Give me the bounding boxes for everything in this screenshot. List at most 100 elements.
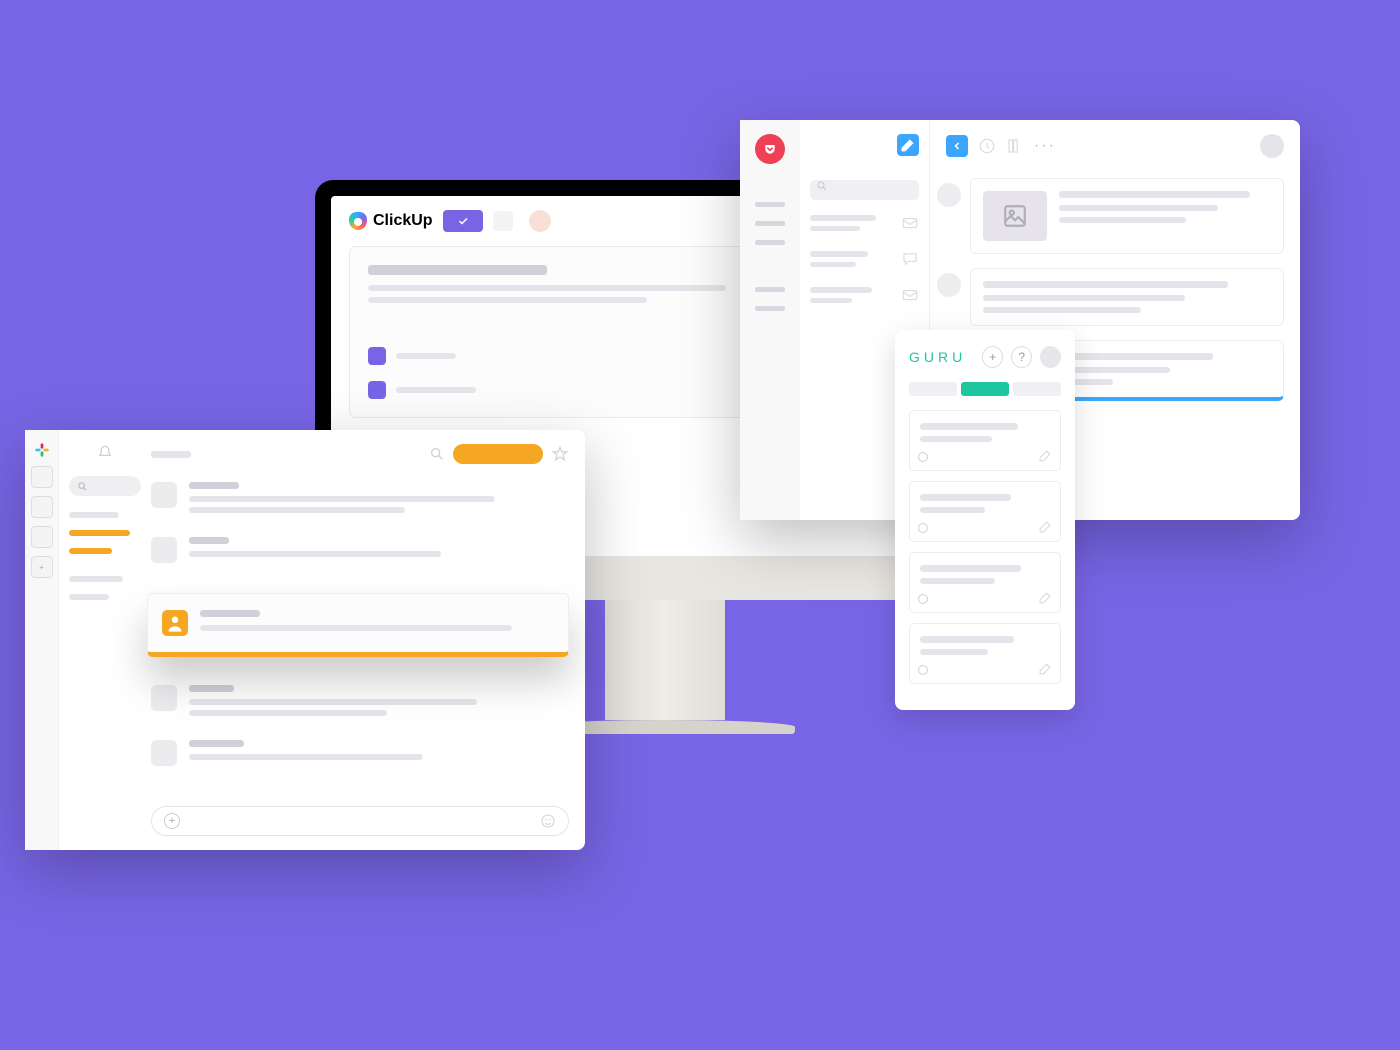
workspace-button[interactable] xyxy=(31,466,53,488)
guru-panel: GURU + ? xyxy=(895,330,1075,710)
emoji-icon[interactable] xyxy=(540,813,556,829)
tab[interactable] xyxy=(909,382,957,396)
workspace-button[interactable] xyxy=(31,496,53,518)
mail-icon xyxy=(901,286,919,304)
guru-card[interactable] xyxy=(909,552,1061,613)
guru-card[interactable] xyxy=(909,410,1061,471)
guru-tabs xyxy=(909,382,1061,396)
checkbox-icon[interactable] xyxy=(368,381,386,399)
sidebar-item[interactable] xyxy=(69,548,112,554)
sidebar-item[interactable] xyxy=(69,576,123,582)
guru-header: GURU + ? xyxy=(909,346,1061,368)
more-icon[interactable]: ··· xyxy=(1034,137,1056,155)
message-input[interactable]: + xyxy=(151,806,569,836)
add-workspace-button[interactable]: + xyxy=(31,556,53,578)
pocket-rail xyxy=(740,120,800,520)
columns-icon[interactable] xyxy=(1006,137,1024,155)
rail-item[interactable] xyxy=(755,221,785,226)
task-row[interactable] xyxy=(368,347,766,365)
checkbox-icon[interactable] xyxy=(368,347,386,365)
message[interactable] xyxy=(151,537,569,563)
user-avatar[interactable] xyxy=(529,210,551,232)
task-label xyxy=(396,387,476,393)
rail-item[interactable] xyxy=(755,306,785,311)
check-icon xyxy=(457,215,469,227)
star-icon[interactable] xyxy=(551,445,569,463)
tab[interactable] xyxy=(1013,382,1061,396)
search-icon[interactable] xyxy=(429,446,445,462)
search-icon xyxy=(816,180,828,192)
task-label xyxy=(396,353,456,359)
pencil-icon[interactable] xyxy=(1039,662,1052,675)
rail-item[interactable] xyxy=(755,202,785,207)
title-placeholder xyxy=(368,265,547,275)
chat-icon xyxy=(901,250,919,268)
list-item[interactable] xyxy=(810,214,919,232)
action-pill[interactable] xyxy=(453,444,543,464)
channel-header xyxy=(151,444,569,464)
list-item[interactable] xyxy=(810,286,919,304)
clickup-brand-text: ClickUp xyxy=(373,212,433,230)
search-input[interactable] xyxy=(810,180,919,200)
plus-icon[interactable]: + xyxy=(164,813,180,829)
clock-icon[interactable] xyxy=(978,137,996,155)
clickup-logo[interactable]: ClickUp xyxy=(349,212,433,230)
rail-item[interactable] xyxy=(755,240,785,245)
status-dot-icon xyxy=(918,594,928,604)
list-item[interactable] xyxy=(810,250,919,268)
message[interactable] xyxy=(151,685,569,716)
clickup-main-panel xyxy=(349,246,785,418)
search-input[interactable] xyxy=(69,476,141,496)
message[interactable] xyxy=(151,740,569,766)
message[interactable] xyxy=(151,482,569,513)
user-avatar[interactable] xyxy=(1260,134,1284,158)
task-row[interactable] xyxy=(368,381,766,399)
highlighted-message[interactable] xyxy=(147,593,569,657)
clickup-logo-icon xyxy=(349,212,367,230)
search-icon xyxy=(77,481,88,492)
slack-app: + xyxy=(25,430,585,850)
avatar xyxy=(162,610,188,636)
pencil-icon xyxy=(897,134,919,156)
image-placeholder-icon xyxy=(983,191,1047,241)
check-button[interactable] xyxy=(443,210,483,232)
channel-name xyxy=(151,451,191,458)
guru-card[interactable] xyxy=(909,481,1061,542)
sidebar-item[interactable] xyxy=(69,512,119,518)
add-button[interactable]: + xyxy=(982,346,1003,368)
person-icon xyxy=(162,610,188,636)
slack-channel: + xyxy=(151,430,585,850)
pencil-icon[interactable] xyxy=(1039,520,1052,533)
status-dot-icon xyxy=(918,665,928,675)
guru-logo[interactable]: GURU xyxy=(909,349,966,365)
content-card[interactable] xyxy=(970,268,1284,326)
pencil-icon[interactable] xyxy=(1039,591,1052,604)
slack-logo-icon[interactable] xyxy=(34,442,50,458)
back-button[interactable] xyxy=(946,135,968,157)
content-card[interactable] xyxy=(970,178,1284,254)
sidebar-item[interactable] xyxy=(69,594,109,600)
compose-button[interactable] xyxy=(897,134,919,156)
text-placeholder xyxy=(368,285,726,291)
mail-icon xyxy=(901,214,919,232)
arrow-left-icon xyxy=(951,140,963,152)
sidebar-item[interactable] xyxy=(69,530,130,536)
user-avatar[interactable] xyxy=(1040,346,1061,368)
status-dot-icon xyxy=(918,523,928,533)
avatar xyxy=(151,685,177,711)
help-button[interactable]: ? xyxy=(1011,346,1032,368)
avatar xyxy=(151,537,177,563)
slack-workspace-rail: + xyxy=(25,430,59,850)
avatar xyxy=(151,740,177,766)
tab[interactable] xyxy=(961,382,1009,396)
monitor-stand xyxy=(605,600,725,720)
pocket-toolbar: ··· xyxy=(946,134,1284,158)
bell-icon[interactable] xyxy=(96,444,114,462)
toolbar-button[interactable] xyxy=(493,211,513,231)
rail-item[interactable] xyxy=(755,287,785,292)
guru-card[interactable] xyxy=(909,623,1061,684)
pencil-icon[interactable] xyxy=(1039,449,1052,462)
pocket-logo-icon[interactable] xyxy=(755,134,785,164)
workspace-button[interactable] xyxy=(31,526,53,548)
status-dot-icon xyxy=(918,452,928,462)
